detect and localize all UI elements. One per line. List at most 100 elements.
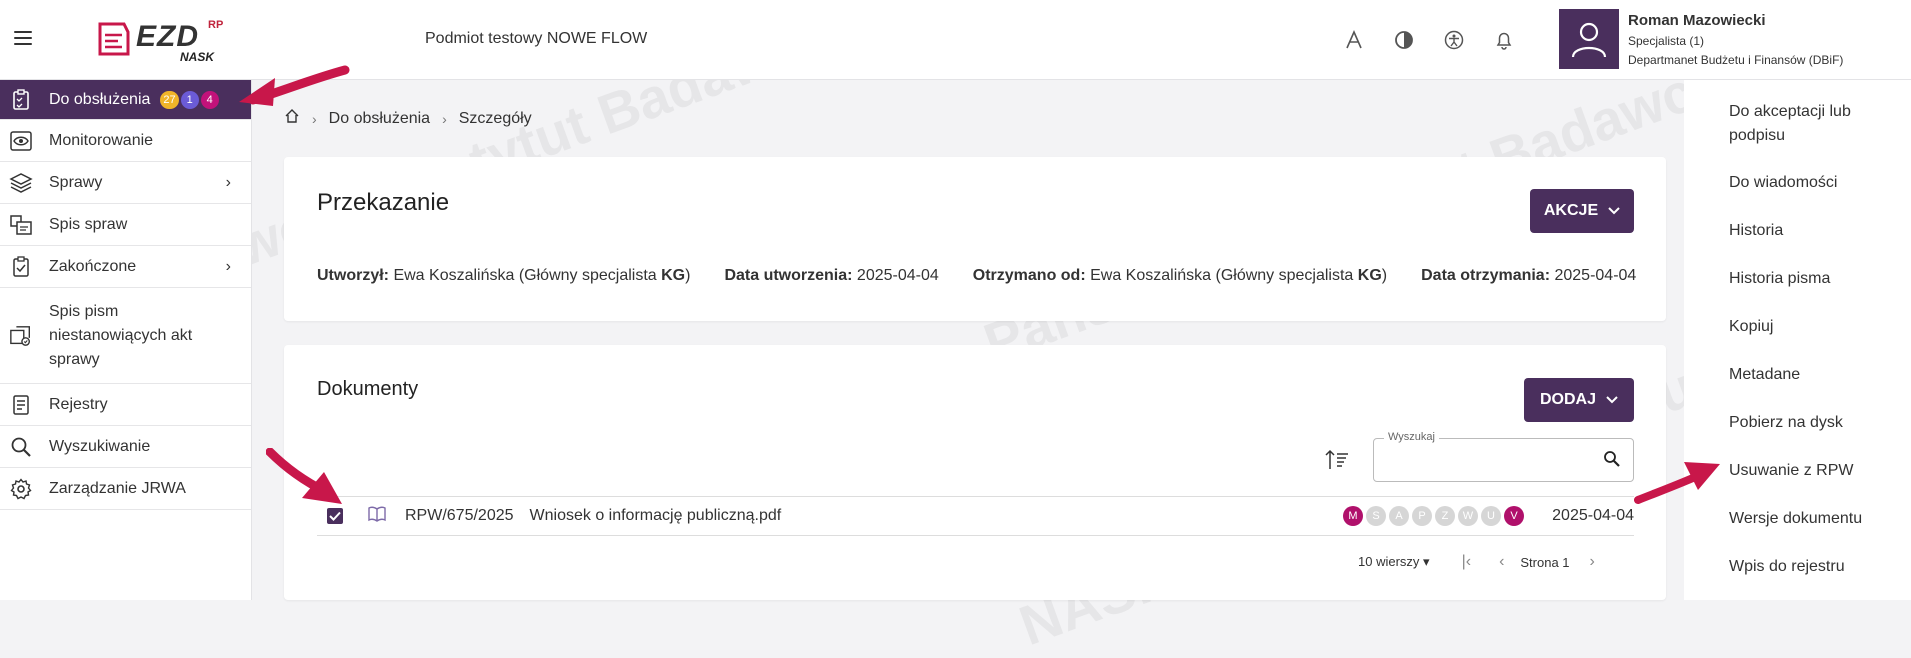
status-dot: Z [1435, 506, 1455, 526]
sidebar-item-sprawy[interactable]: Sprawy › [0, 162, 251, 204]
created-date: Data utworzenia: 2025-04-04 [724, 267, 939, 284]
user-department: Departmanet Budżetu i Finansów (DBiF) [1628, 53, 1844, 67]
sidebar-item-wyszukiwanie[interactable]: Wyszukiwanie [0, 426, 251, 468]
logo-mark-icon [98, 22, 130, 56]
logo-nask: NASK [180, 50, 215, 64]
sort-icon[interactable] [1324, 448, 1350, 477]
book-icon [367, 505, 387, 528]
sidebar-item-spis-spraw[interactable]: Spis spraw [0, 204, 251, 246]
contrast-icon[interactable] [1390, 26, 1418, 54]
sidebar-item-zarzadzanie-jrwa[interactable]: Zarządzanie JRWA [0, 468, 251, 510]
caret-down-icon: ▾ [1423, 554, 1430, 569]
badge-count-yellow: 27 [160, 90, 179, 109]
sidebar-item-label-line: sprawy [49, 350, 100, 368]
eye-icon [9, 129, 33, 153]
card-title: Przekazanie [317, 189, 450, 216]
search-icon[interactable] [1603, 450, 1621, 473]
akcje-button[interactable]: AKCJE [1530, 189, 1634, 233]
dodaj-button-label: DODAJ [1539, 391, 1596, 408]
files-icon [9, 213, 33, 237]
przekazanie-meta: Utworzył: Ewa Koszalińska (Główny specja… [317, 267, 1636, 285]
created-by: Utworzył: Ewa Koszalińska (Główny specja… [317, 267, 691, 284]
action-historia[interactable]: Historia [1729, 219, 1899, 243]
top-bar: EZD RP NASK Podmiot testowy NOWE FLOW Ro… [0, 0, 1911, 80]
accessibility-icon[interactable] [1440, 26, 1468, 54]
search-icon [9, 435, 33, 459]
user-icon [1571, 22, 1607, 58]
status-dots: M S A P Z W U V [1343, 506, 1524, 526]
sidebar-item-do-obsluzenia[interactable]: Do obsłużenia 27 1 4 [0, 80, 251, 120]
przekazanie-card: Przekazanie AKCJE Utworzył: Ewa Koszaliń… [284, 157, 1666, 321]
action-historia-pisma[interactable]: Historia pisma [1729, 267, 1899, 291]
home-icon[interactable] [284, 108, 300, 129]
breadcrumb-separator: › [312, 110, 317, 127]
sidebar-item-label: Spis spraw [49, 215, 128, 233]
breadcrumb: › Do obsłużenia › Szczegóły [284, 108, 532, 129]
font-size-icon[interactable] [1340, 26, 1368, 54]
document-name[interactable]: Wniosek o informację publiczną.pdf [530, 507, 782, 525]
prev-page-icon[interactable]: ‹ [1499, 553, 1504, 571]
dokumenty-card: Dokumenty DODAJ Wyszukaj RPW/675/2025 Wn… [284, 345, 1666, 600]
breadcrumb-item[interactable]: Do obsłużenia [329, 110, 430, 128]
clipboard-check-icon [9, 88, 33, 112]
page-indicator: Strona 1 [1520, 554, 1570, 570]
user-name[interactable]: Roman Mazowiecki [1628, 12, 1766, 29]
status-dot: A [1389, 506, 1409, 526]
akcje-button-label: AKCJE [1543, 202, 1599, 219]
ezd-logo[interactable]: EZD RP NASK [92, 18, 232, 66]
action-pobierz-na-dysk[interactable]: Pobierz na dysk [1729, 411, 1899, 435]
search-input[interactable]: Wyszukaj [1373, 431, 1634, 482]
action-wpis-do-rejestru[interactable]: Wpis do rejestru [1729, 555, 1899, 579]
status-dot: V [1504, 506, 1524, 526]
document-number[interactable]: RPW/675/2025 [405, 507, 514, 525]
status-dot: W [1458, 506, 1478, 526]
register-icon [9, 393, 33, 417]
action-usuwanie-z-rpw[interactable]: Usuwanie z RPW [1729, 459, 1899, 483]
rows-per-page-select[interactable]: 10 wierszy ▾ [1358, 554, 1430, 570]
first-page-icon[interactable]: |‹ [1462, 553, 1471, 571]
logo-rp: RP [208, 19, 224, 31]
sidebar-item-label: Wyszukiwanie [49, 437, 151, 455]
chevron-right-icon: › [225, 257, 231, 275]
received-date: Data otrzymania: 2025-04-04 [1421, 267, 1637, 284]
clipboard-done-icon [9, 255, 33, 279]
sidebar-item-label: Sprawy [49, 173, 103, 191]
sidebar-item-label: Zarządzanie JRWA [49, 479, 186, 497]
sidebar-item-spis-pism[interactable]: Spis pism niestanowiących akt sprawy [0, 288, 251, 384]
action-do-akceptacji[interactable]: Do akceptacji lub podpisu [1729, 100, 1899, 148]
sidebar-item-label-line: Spis pism [49, 302, 119, 320]
table-row[interactable]: RPW/675/2025 Wniosek o informację public… [317, 496, 1634, 536]
document-date: 2025-04-04 [1552, 507, 1634, 524]
chevron-down-icon [1606, 396, 1618, 404]
organization-name: Podmiot testowy NOWE FLOW [425, 30, 648, 47]
menu-icon[interactable] [12, 28, 34, 48]
chevron-right-icon: › [225, 173, 231, 191]
action-wersje-dokumentu[interactable]: Wersje dokumentu [1729, 507, 1899, 531]
sidebar-item-label: Monitorowanie [49, 131, 154, 149]
sidebar: Do obsłużenia 27 1 4 Monitorowanie Spraw… [0, 80, 252, 600]
dodaj-button[interactable]: DODAJ [1524, 378, 1634, 422]
layers-icon [9, 171, 33, 195]
action-kopiuj[interactable]: Kopiuj [1729, 315, 1899, 339]
breadcrumb-item-current: Szczegóły [458, 109, 532, 127]
status-dot: M [1343, 506, 1363, 526]
pagination: 10 wierszy ▾ |‹ ‹ Strona 1 › [1358, 553, 1595, 571]
next-page-icon[interactable]: › [1590, 553, 1595, 571]
sidebar-item-label: Rejestry [49, 395, 108, 413]
chevron-down-icon [1608, 207, 1620, 215]
status-dot: P [1412, 506, 1432, 526]
notifications-icon[interactable] [1490, 26, 1518, 54]
sidebar-item-monitorowanie[interactable]: Monitorowanie [0, 120, 251, 162]
gear-icon [9, 477, 33, 501]
sidebar-item-zakonczone[interactable]: Zakończone › [0, 246, 251, 288]
logo-text: EZD [136, 20, 199, 53]
search-label: Wyszukaj [1384, 431, 1439, 443]
sidebar-item-label: Do obsłużenia [49, 90, 151, 108]
action-do-wiadomosci[interactable]: Do wiadomości [1729, 171, 1899, 195]
user-avatar[interactable] [1559, 9, 1619, 69]
sidebar-item-rejestry[interactable]: Rejestry [0, 384, 251, 426]
row-checkbox[interactable] [327, 508, 343, 524]
action-metadane[interactable]: Metadane [1729, 363, 1899, 387]
badge-count-pink: 4 [200, 90, 219, 109]
check-icon [329, 511, 341, 521]
